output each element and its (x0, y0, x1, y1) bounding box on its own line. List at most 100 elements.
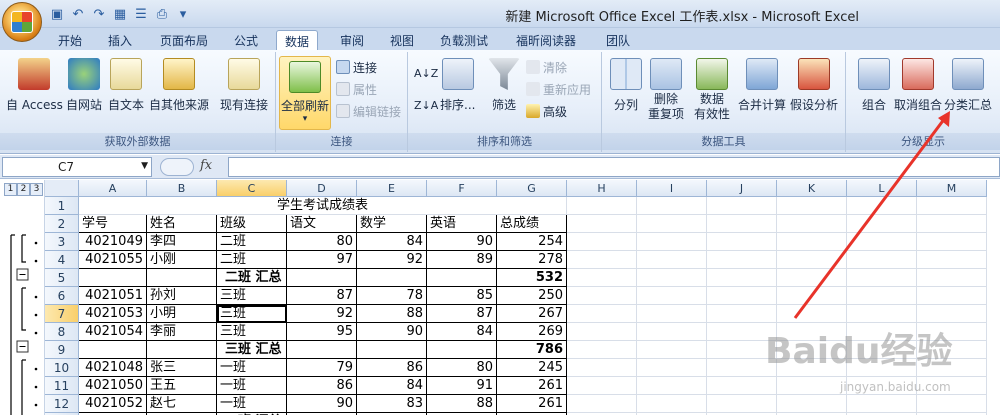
column-header-B[interactable]: B (147, 180, 217, 197)
subtotal-cell[interactable] (357, 269, 427, 287)
header-cell[interactable]: 英语 (427, 215, 497, 233)
cell-empty[interactable] (777, 233, 847, 251)
cell-empty[interactable] (637, 215, 707, 233)
cell-empty[interactable] (567, 395, 637, 413)
row-header-9[interactable]: 9 (45, 341, 79, 359)
cell-empty[interactable] (847, 197, 917, 215)
tab-load-test[interactable]: 负载测试 (432, 30, 496, 50)
data-cell[interactable]: 269 (497, 323, 567, 341)
cell-empty[interactable] (917, 251, 987, 269)
data-cell[interactable]: 三班 (217, 323, 287, 341)
data-cell[interactable]: 4021053 (79, 305, 147, 323)
tab-page-layout[interactable]: 页面布局 (152, 30, 216, 50)
data-cell[interactable]: 90 (427, 233, 497, 251)
ungroup-button[interactable]: 取消组合 (894, 58, 942, 113)
header-cell[interactable]: 总成绩 (497, 215, 567, 233)
data-cell[interactable]: 250 (497, 287, 567, 305)
subtotal-cell[interactable]: 786 (497, 341, 567, 359)
cell-empty[interactable] (707, 251, 777, 269)
cell-empty[interactable] (567, 269, 637, 287)
cell-empty[interactable] (777, 377, 847, 395)
subtotal-cell[interactable] (357, 341, 427, 359)
row-header-5[interactable]: 5 (45, 269, 79, 287)
name-box-dropdown-icon[interactable]: ▼ (141, 161, 148, 171)
cell-empty[interactable] (777, 305, 847, 323)
cell-empty[interactable] (637, 395, 707, 413)
cell-empty[interactable] (917, 233, 987, 251)
subtotal-cell[interactable] (79, 341, 147, 359)
data-cell[interactable]: 86 (357, 359, 427, 377)
cell-empty[interactable] (637, 251, 707, 269)
sort-asc-button[interactable]: A↓Z (414, 64, 438, 82)
data-cell[interactable]: 88 (427, 395, 497, 413)
cell-empty[interactable] (777, 251, 847, 269)
cell-empty[interactable] (637, 323, 707, 341)
from-text-button[interactable]: 自文本 (108, 58, 144, 113)
cell-empty[interactable] (637, 359, 707, 377)
cell-empty[interactable] (847, 395, 917, 413)
office-button[interactable] (2, 2, 42, 42)
row-header-11[interactable]: 11 (45, 377, 79, 395)
cell-empty[interactable] (637, 197, 707, 215)
cell-empty[interactable] (847, 251, 917, 269)
subtotal-cell[interactable] (287, 269, 357, 287)
cell-empty[interactable] (707, 269, 777, 287)
row-header-8[interactable]: 8 (45, 323, 79, 341)
data-cell[interactable]: 4021054 (79, 323, 147, 341)
data-cell[interactable]: 一班 (217, 377, 287, 395)
data-cell[interactable]: 李四 (147, 233, 217, 251)
row-header-7[interactable]: 7 (45, 305, 79, 323)
cell-empty[interactable] (777, 287, 847, 305)
cell-empty[interactable] (637, 269, 707, 287)
column-header-D[interactable]: D (287, 180, 357, 197)
cell-empty[interactable] (567, 323, 637, 341)
data-cell[interactable]: 87 (287, 287, 357, 305)
data-cell[interactable]: 二班 (217, 251, 287, 269)
subtotal-cell[interactable]: 三班 汇总 (217, 341, 287, 359)
data-cell[interactable]: 85 (427, 287, 497, 305)
data-validation-button[interactable]: 数据 有效性 (694, 58, 730, 122)
row-header-2[interactable]: 2 (45, 215, 79, 233)
data-cell[interactable]: 78 (357, 287, 427, 305)
column-header-E[interactable]: E (357, 180, 427, 197)
data-cell[interactable]: 87 (427, 305, 497, 323)
header-cell[interactable]: 班级 (217, 215, 287, 233)
data-cell[interactable]: 4021050 (79, 377, 147, 395)
data-cell[interactable]: 4021055 (79, 251, 147, 269)
cell-empty[interactable] (567, 287, 637, 305)
cell-empty[interactable] (637, 287, 707, 305)
cell-empty[interactable] (707, 233, 777, 251)
subtotal-button[interactable]: 分类汇总 (944, 58, 992, 113)
cell-empty[interactable] (917, 287, 987, 305)
cell-empty[interactable] (567, 359, 637, 377)
tab-home[interactable]: 开始 (50, 30, 90, 50)
row-header-4[interactable]: 4 (45, 251, 79, 269)
cell-empty[interactable] (707, 377, 777, 395)
tab-insert[interactable]: 插入 (100, 30, 140, 50)
data-cell[interactable]: 84 (357, 233, 427, 251)
cell-empty[interactable] (917, 305, 987, 323)
tab-data[interactable]: 数据 (276, 30, 319, 50)
cell-empty[interactable] (917, 197, 987, 215)
data-cell[interactable]: 4021049 (79, 233, 147, 251)
cell-empty[interactable] (567, 215, 637, 233)
data-cell[interactable]: 80 (427, 359, 497, 377)
formula-input[interactable] (228, 157, 1000, 177)
subtotal-cell[interactable] (147, 341, 217, 359)
data-cell[interactable]: 91 (427, 377, 497, 395)
remove-duplicates-button[interactable]: 删除 重复项 (648, 58, 684, 122)
header-cell[interactable]: 语文 (287, 215, 357, 233)
from-access-button[interactable]: 自 Access (6, 58, 63, 113)
sort-button[interactable]: 排序... (440, 58, 475, 113)
from-web-button[interactable]: 自网站 (66, 58, 102, 113)
cell-empty[interactable] (917, 215, 987, 233)
data-cell[interactable]: 4021048 (79, 359, 147, 377)
refresh-all-button[interactable]: 全部刷新 ▾ (279, 56, 331, 130)
column-header-C[interactable]: C (217, 180, 287, 197)
tab-team[interactable]: 团队 (598, 30, 638, 50)
data-cell[interactable]: 三班 (217, 305, 287, 323)
cell-empty[interactable] (567, 233, 637, 251)
column-header-K[interactable]: K (777, 180, 847, 197)
subtotal-cell[interactable] (427, 341, 497, 359)
data-cell[interactable]: 261 (497, 395, 567, 413)
